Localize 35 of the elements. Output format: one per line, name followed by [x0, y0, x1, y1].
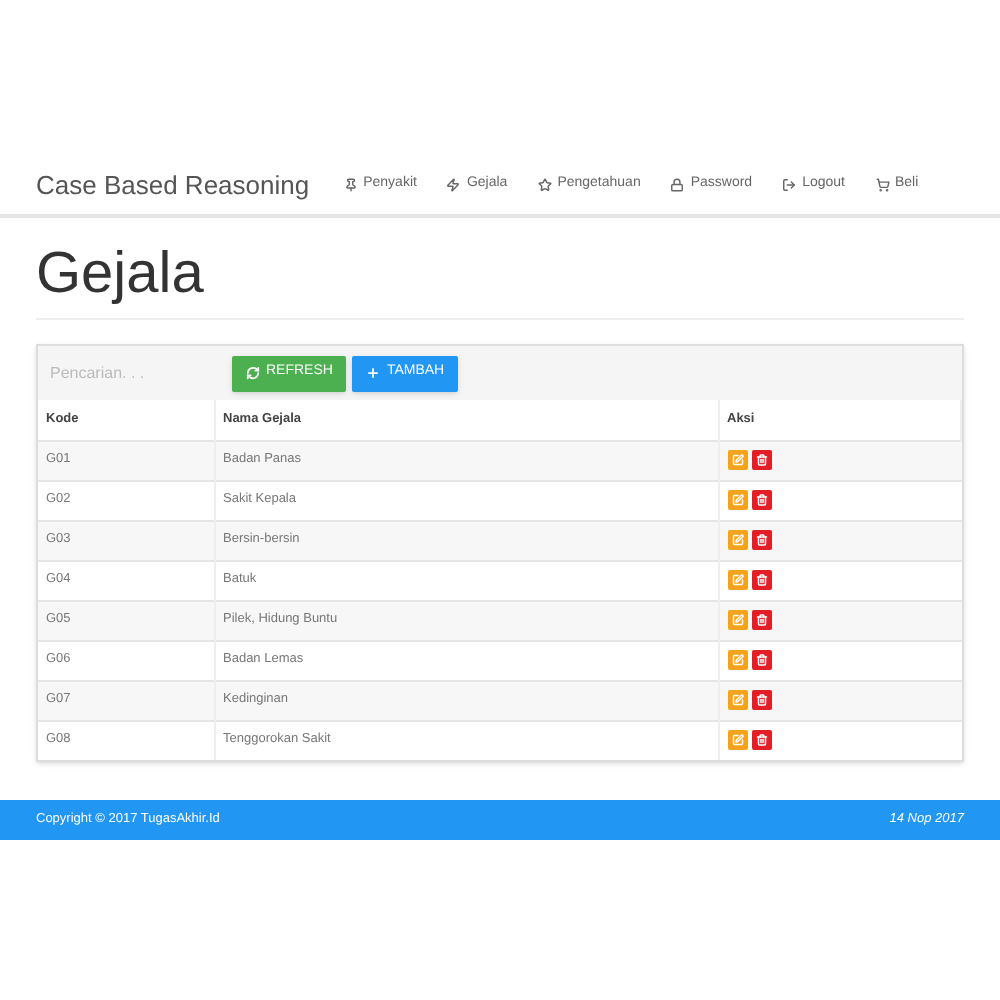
bolt-icon [446, 178, 461, 192]
trash-icon [755, 734, 767, 747]
search-field[interactable]: Pencarian. . . [46, 353, 226, 393]
refresh-icon [246, 366, 260, 380]
edit-icon [731, 654, 743, 666]
trash-icon [755, 574, 767, 586]
cart-icon [875, 178, 889, 192]
delete-button[interactable] [751, 530, 771, 550]
edit-icon [731, 614, 743, 626]
delete-button[interactable] [751, 490, 771, 510]
trash-icon [755, 454, 767, 466]
trash-icon [755, 614, 767, 626]
edit-icon [731, 534, 743, 546]
trash-icon [755, 494, 767, 506]
delete-button[interactable] [751, 730, 771, 751]
trash-icon [755, 654, 767, 666]
edit-icon [731, 734, 743, 747]
plus-icon [366, 366, 381, 380]
trash-icon [755, 534, 767, 546]
edit-icon [731, 494, 743, 506]
delete-button[interactable] [751, 650, 771, 670]
brand[interactable]: Case Based Reasoning [36, 165, 310, 205]
edit-icon [731, 574, 743, 586]
page-title: Gejala [36, 240, 204, 310]
delete-button[interactable] [751, 610, 771, 630]
edit-icon [731, 454, 743, 466]
edit-icon [731, 694, 743, 706]
star-icon [537, 178, 552, 192]
delete-button[interactable] [751, 570, 771, 590]
logout-icon [782, 178, 797, 192]
delete-button[interactable] [751, 450, 771, 470]
trash-icon [755, 694, 767, 706]
lock-icon [670, 178, 685, 192]
delete-button[interactable] [751, 690, 771, 710]
pin-icon [343, 178, 358, 192]
